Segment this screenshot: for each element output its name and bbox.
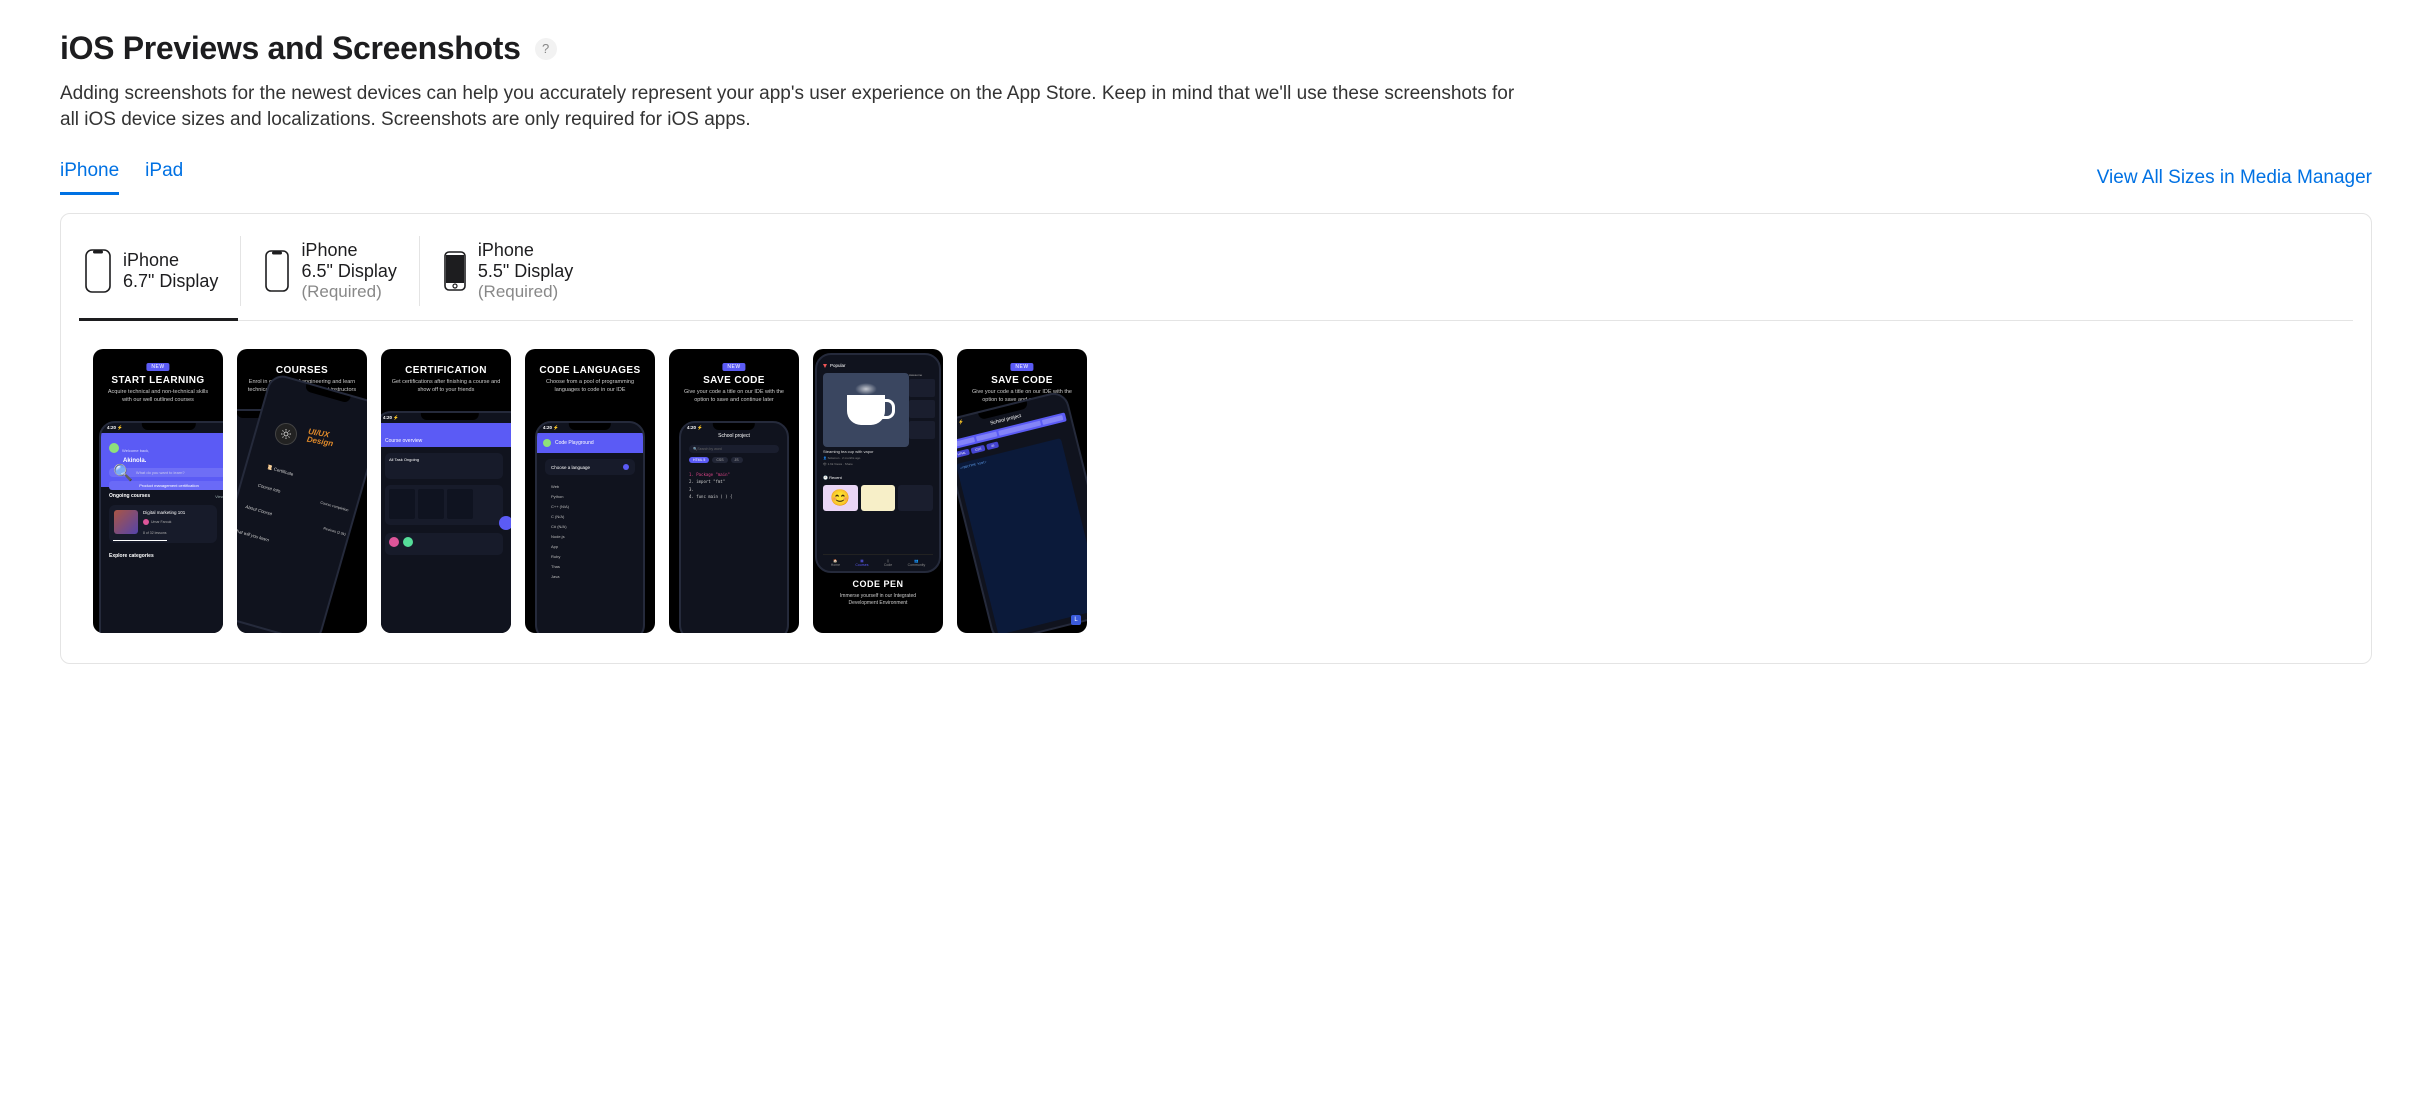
chip-js: JS <box>731 457 743 463</box>
row-learn: What will you learn <box>237 528 270 543</box>
chip-html: HTML <box>957 449 970 459</box>
tab-ipad[interactable]: iPad <box>145 160 183 195</box>
screenshot-7[interactable]: NEW SAVE CODE Give your code a title on … <box>957 349 1087 633</box>
search-placeholder: What do you want to learn? <box>136 470 185 475</box>
row-reviews: Reviews (2.5k) <box>323 527 346 537</box>
status-time: 4:20 ⚡ <box>543 425 559 431</box>
row-course-info: Course Info <box>257 483 281 494</box>
new-badge: NEW <box>146 363 169 371</box>
screenshot-1[interactable]: NEW START LEARNING Acquire technical and… <box>93 349 223 633</box>
meta-stats: 1.6k Views · Share <box>828 462 853 466</box>
size-device-label: iPhone <box>478 240 573 261</box>
size-device-label: iPhone <box>123 250 218 271</box>
brand-line2: Design <box>306 435 334 448</box>
size-display-label: 5.5" Display <box>478 261 573 282</box>
chip-css: CSS <box>971 445 986 454</box>
phone-icon <box>444 251 466 291</box>
choose-label: Choose a language <box>551 465 590 470</box>
course-author: Umar Farouk <box>151 520 171 524</box>
search-icon: 🔍 <box>113 463 133 483</box>
editor-line: <!DOCTYPE html> <box>960 460 987 470</box>
page-title: iOS Previews and Screenshots <box>60 30 521 67</box>
size-tab-6-5[interactable]: iPhone 6.5" Display (Required) <box>259 234 416 320</box>
required-label: (Required) <box>301 282 396 302</box>
shot-title: CODE LANGUAGES <box>525 365 655 376</box>
screenshot-2[interactable]: COURSES Enrol in our school of engineeri… <box>237 349 367 633</box>
meta-sub: Solomon · 2 months ago <box>828 456 861 460</box>
size-tab-6-7[interactable]: iPhone 6.7" Display <box>79 234 238 320</box>
divider <box>240 236 241 306</box>
chip-js: JS <box>986 442 999 451</box>
overview-label: Course overview <box>385 438 422 444</box>
view-all-label: View All <box>215 494 223 499</box>
device-tabs: iPhone iPad <box>60 160 183 195</box>
status-time: 4:20 ⚡ <box>107 425 123 431</box>
screenshot-6[interactable]: Popular Awesome Steaming tea cup with va… <box>813 349 943 633</box>
row-certificate: Certificate <box>273 467 294 477</box>
status-time: 4:20 ⚡ <box>383 415 399 421</box>
topbar-title: School project <box>681 433 787 439</box>
new-badge: NEW <box>1010 363 1033 371</box>
row-about: About Course <box>245 504 273 516</box>
user-name: Akinola. <box>123 458 223 464</box>
meta-title: Steaming tea cup with vapor <box>823 449 903 454</box>
nav-home: Home <box>831 563 840 567</box>
ongoing-label: Ongoing courses <box>109 493 150 499</box>
side-label: Awesome <box>909 373 935 377</box>
screenshots-panel: iPhone 6.7" Display iPhone 6.5" Display … <box>60 213 2372 664</box>
shot-title: COURSES <box>237 365 367 376</box>
phone-icon <box>265 250 289 292</box>
recent-label: Recent <box>829 475 842 480</box>
screenshots-row: NEW START LEARNING Acquire technical and… <box>79 321 2353 633</box>
chip-html: HTML 5 <box>689 457 709 463</box>
bar-title: Code Playground <box>555 440 594 446</box>
nav-code: Code <box>884 563 892 567</box>
welcome-text: Welcome back, <box>122 448 149 453</box>
shot-subtitle: Give your code a title on our IDE with t… <box>679 389 789 404</box>
course-title: Digital marketing 101 <box>143 510 185 515</box>
size-display-label: 6.5" Display <box>301 261 396 282</box>
code-block: 1. Package "main" 2. import "fmt" 3. 4. … <box>689 471 732 500</box>
screenshot-4[interactable]: CODE LANGUAGES Choose from a pool of pro… <box>525 349 655 633</box>
card-label: All Task Ongoing <box>385 453 503 466</box>
nav-community: Community <box>908 563 926 567</box>
size-device-label: iPhone <box>301 240 396 261</box>
shot-subtitle: Get certifications after finishing a cou… <box>391 379 501 394</box>
shot-title: CERTIFICATION <box>381 365 511 376</box>
lessons-count: 8 of 32 lessons <box>143 531 167 535</box>
action-circle-icon <box>499 516 511 530</box>
nav-courses: Courses <box>855 563 868 567</box>
help-icon[interactable]: ? <box>535 38 557 60</box>
shot-title: START LEARNING <box>93 375 223 386</box>
screenshot-5[interactable]: NEW SAVE CODE Give your code a title on … <box>669 349 799 633</box>
size-display-label: 6.7" Display <box>123 271 218 292</box>
cup-illustration <box>823 373 909 447</box>
popular-label: Popular <box>823 363 846 368</box>
shot-subtitle: Immerse yourself in our Integrated Devel… <box>827 593 929 606</box>
chip-css: CSS <box>712 457 727 463</box>
size-tabs: iPhone 6.7" Display iPhone 6.5" Display … <box>79 234 2353 321</box>
shot-title: SAVE CODE <box>669 375 799 386</box>
new-badge: NEW <box>722 363 745 371</box>
search-placeholder: Search by word <box>697 447 721 451</box>
required-label: (Required) <box>478 282 573 302</box>
shot-subtitle: Choose from a pool of programming langua… <box>535 379 645 394</box>
language-list: Web Python C++ (N/A) C (N/A) C# (N/A) No… <box>551 479 629 584</box>
description-text: Adding screenshots for the newest device… <box>60 81 1520 132</box>
screenshot-3[interactable]: CERTIFICATION Get certifications after f… <box>381 349 511 633</box>
size-tab-5-5[interactable]: iPhone 5.5" Display (Required) <box>438 234 593 320</box>
row-course-completion: Course completion <box>320 501 349 513</box>
phone-icon <box>85 249 111 293</box>
explore-label: Explore categories <box>109 553 154 559</box>
shot-subtitle: Acquire technical and non-technical skil… <box>103 389 213 404</box>
status-time: 4:20 ⚡ <box>687 425 703 431</box>
shot-title: CODE PEN <box>813 579 943 589</box>
shot-title: SAVE CODE <box>957 375 1087 386</box>
divider <box>419 236 420 306</box>
tab-iphone[interactable]: iPhone <box>60 160 119 195</box>
view-all-sizes-link[interactable]: View All Sizes in Media Manager <box>2097 167 2372 189</box>
corner-badge-icon: L <box>1071 615 1081 625</box>
